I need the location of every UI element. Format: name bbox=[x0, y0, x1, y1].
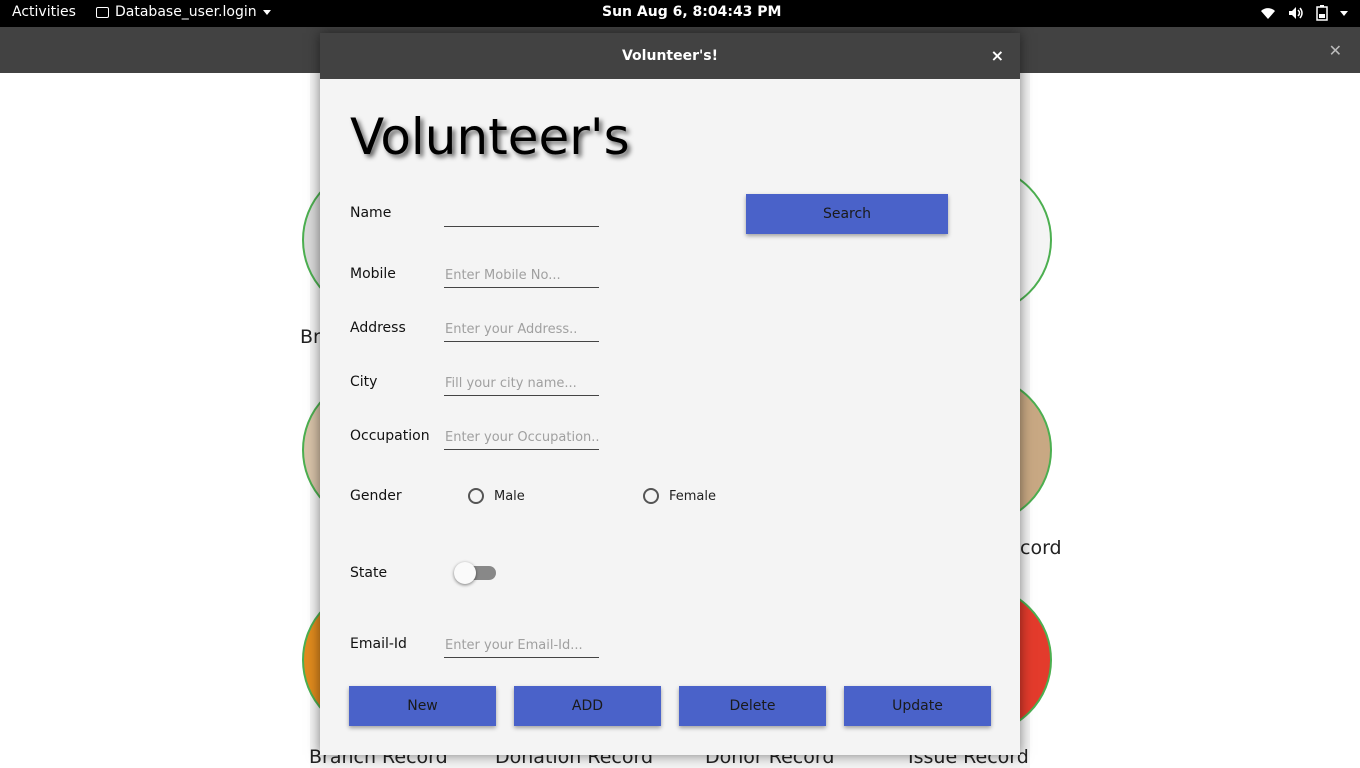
email-field[interactable] bbox=[444, 634, 599, 658]
page-title: Volunteer's bbox=[350, 108, 630, 166]
chevron-down-icon bbox=[1340, 10, 1348, 16]
female-radio[interactable]: Female bbox=[643, 488, 716, 504]
window-icon bbox=[96, 6, 109, 18]
radio-button-icon[interactable] bbox=[643, 488, 659, 504]
search-button[interactable]: Search bbox=[746, 194, 948, 234]
battery-icon bbox=[1316, 5, 1328, 21]
address-label: Address bbox=[350, 320, 406, 336]
app-menu-label: Database_user.login bbox=[115, 4, 257, 20]
volume-icon bbox=[1289, 7, 1303, 19]
activities-button[interactable]: Activities bbox=[12, 4, 76, 20]
occupation-field[interactable] bbox=[444, 426, 599, 450]
city-label: City bbox=[350, 374, 378, 390]
radio-button-icon[interactable] bbox=[468, 488, 484, 504]
male-radio[interactable]: Male bbox=[468, 488, 525, 504]
male-radio-label: Male bbox=[494, 488, 525, 504]
background-panel-left bbox=[0, 73, 310, 768]
add-button[interactable]: ADD bbox=[514, 686, 661, 726]
mobile-field[interactable] bbox=[444, 264, 599, 288]
city-field[interactable] bbox=[444, 372, 599, 396]
mobile-label: Mobile bbox=[350, 266, 396, 282]
dialog-titlebar: Volunteer's! × bbox=[320, 33, 1020, 79]
delete-button[interactable]: Delete bbox=[679, 686, 826, 726]
wifi-icon bbox=[1261, 8, 1275, 19]
name-label: Name bbox=[350, 205, 392, 221]
volunteer-dialog: Volunteer's! × Volunteer's Name Search M… bbox=[320, 33, 1020, 755]
toggle-knob[interactable] bbox=[454, 562, 476, 584]
address-field[interactable] bbox=[444, 318, 599, 342]
main-window-close-icon[interactable]: ✕ bbox=[1329, 41, 1342, 60]
occupation-label: Occupation bbox=[350, 428, 430, 444]
app-menu[interactable]: Database_user.login bbox=[96, 4, 271, 20]
name-field[interactable] bbox=[444, 203, 599, 227]
state-toggle[interactable] bbox=[454, 562, 496, 584]
top-bar: Activities Database_user.login Sun Aug 6… bbox=[0, 0, 1360, 27]
chevron-down-icon bbox=[262, 9, 271, 15]
background-tile-label: cord bbox=[1020, 537, 1062, 559]
clock[interactable]: Sun Aug 6, 8:04:43 PM bbox=[602, 4, 782, 20]
gender-label: Gender bbox=[350, 488, 402, 504]
state-label: State bbox=[350, 565, 388, 581]
close-icon[interactable]: × bbox=[991, 33, 1004, 79]
update-button[interactable]: Update bbox=[844, 686, 991, 726]
background-tile-label: Br bbox=[300, 326, 321, 348]
female-radio-label: Female bbox=[669, 488, 717, 504]
background-panel-right bbox=[1030, 73, 1360, 768]
email-label: Email-Id bbox=[350, 636, 407, 652]
dialog-title: Volunteer's! bbox=[621, 48, 718, 64]
new-button[interactable]: New bbox=[349, 686, 496, 726]
system-menu[interactable] bbox=[1260, 5, 1348, 21]
